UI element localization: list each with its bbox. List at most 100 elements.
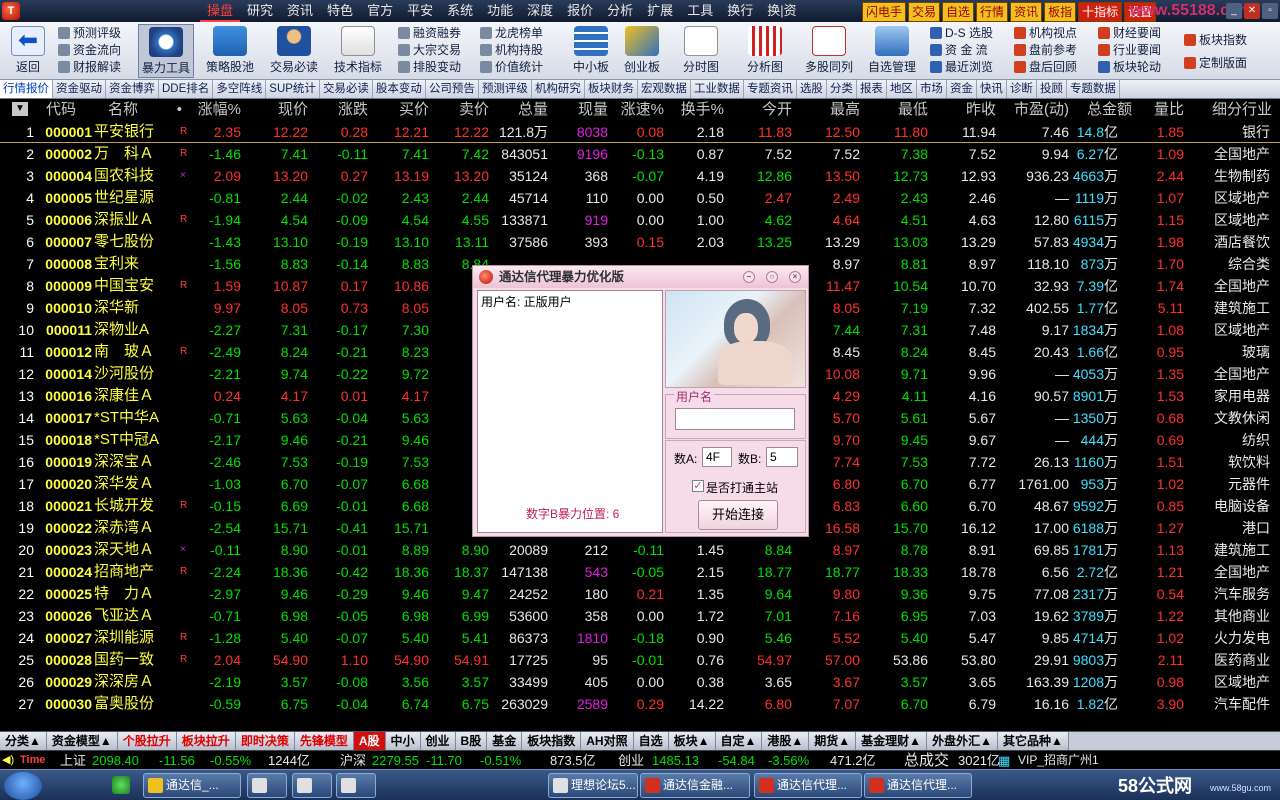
main-station-checkbox[interactable]: ✓ bbox=[692, 480, 704, 492]
table-row[interactable]: 5 000006 深振业Ａ R -1.94 4.54 -0.09 4.54 4.55 133871… bbox=[0, 209, 1280, 231]
table-row[interactable]: 6 000007 零七股份 -1.43 13.10 -0.19 13.10 13.11 3758… bbox=[0, 231, 1280, 253]
dialog-close-icon[interactable]: × bbox=[789, 271, 801, 283]
start-button-icon[interactable] bbox=[4, 772, 42, 800]
function-tab-22[interactable]: 诊断 bbox=[1007, 80, 1037, 98]
market-tab-10[interactable]: 基金 bbox=[487, 732, 523, 750]
market-tab-20[interactable]: 其它品种▲ bbox=[997, 732, 1069, 750]
sector-rotation-link[interactable]: 板块轮动 bbox=[1098, 59, 1161, 76]
forecast-rating-link[interactable]: 预测评级 bbox=[58, 25, 121, 42]
market-tab-14[interactable]: 板块▲ bbox=[668, 732, 716, 750]
margin-trading-link[interactable]: 融资融券 bbox=[398, 25, 461, 42]
strategy-pool-button[interactable]: 策略股池 bbox=[202, 24, 258, 78]
market-tab-15[interactable]: 自定▲ bbox=[715, 732, 763, 750]
dragon-tiger-link[interactable]: 龙虎榜单 bbox=[480, 25, 543, 42]
value-stats-link[interactable]: 价值统计 bbox=[480, 59, 543, 76]
market-tab-12[interactable]: AH对照 bbox=[581, 732, 634, 750]
sector-index-link[interactable]: 板块指数 bbox=[1184, 32, 1247, 49]
postmarket-review-link[interactable]: 盘后回顾 bbox=[1014, 59, 1077, 76]
function-tab-13[interactable]: 工业数据 bbox=[691, 80, 744, 98]
menu-item-7[interactable]: 功能 bbox=[480, 0, 520, 22]
function-tab-6[interactable]: 交易必读 bbox=[320, 80, 373, 98]
column-header-11[interactable]: 换手% bbox=[674, 99, 724, 120]
column-header-13[interactable]: 最高 bbox=[810, 99, 860, 120]
trade-must-read-button[interactable]: 交易必读 bbox=[266, 24, 322, 78]
close-icon[interactable]: ✕ bbox=[1244, 3, 1260, 19]
column-menu-icon[interactable]: ▼ bbox=[12, 102, 28, 116]
menu-item-4[interactable]: 官方 bbox=[360, 0, 400, 22]
quick-button-2[interactable]: 自选 bbox=[942, 2, 975, 22]
restore-icon[interactable]: ▫ bbox=[1262, 3, 1278, 19]
quicklaunch-icon-1[interactable] bbox=[112, 776, 130, 794]
taskbar-item-0[interactable]: 通达信_... bbox=[143, 773, 241, 798]
column-header-2[interactable]: • bbox=[170, 99, 182, 120]
fund-flow-link[interactable]: 资金流向 bbox=[58, 42, 121, 59]
menu-item-0[interactable]: 操盘 bbox=[200, 0, 241, 22]
back-button[interactable]: ⬅ 返回 bbox=[0, 24, 56, 78]
menu-item-1[interactable]: 研究 bbox=[240, 0, 280, 22]
connect-button[interactable]: 开始连接 bbox=[698, 500, 778, 530]
function-tab-24[interactable]: 专题数据 bbox=[1067, 80, 1120, 98]
function-tab-1[interactable]: 资金驱动 bbox=[53, 80, 106, 98]
market-tab-16[interactable]: 港股▲ bbox=[762, 732, 810, 750]
column-header-12[interactable]: 今开 bbox=[742, 99, 792, 120]
column-header-16[interactable]: 市盈(动) bbox=[1001, 99, 1069, 120]
function-tab-7[interactable]: 股本变动 bbox=[373, 80, 426, 98]
table-row[interactable]: 26 000029 深深房Ａ -2.19 3.57 -0.08 3.56 3.57 33499 4… bbox=[0, 671, 1280, 693]
param-a-input[interactable]: 4F bbox=[702, 447, 732, 467]
market-tab-0[interactable]: 分类▲ bbox=[0, 732, 47, 750]
function-tab-23[interactable]: 投顾 bbox=[1037, 80, 1067, 98]
violence-tool-button[interactable]: 暴力工具 bbox=[138, 24, 194, 78]
table-row[interactable]: 23 000026 飞亚达Ａ -0.71 6.98 -0.05 6.98 6.99 53600 3… bbox=[0, 605, 1280, 627]
menu-item-9[interactable]: 报价 bbox=[560, 0, 600, 22]
app-logo-icon[interactable]: T bbox=[2, 2, 20, 20]
function-tab-17[interactable]: 报表 bbox=[857, 80, 887, 98]
taskbar-item-7[interactable]: 通达信代理... bbox=[864, 773, 972, 798]
function-tab-2[interactable]: 资金博弈 bbox=[106, 80, 159, 98]
function-tab-3[interactable]: DDE排名 bbox=[159, 80, 214, 98]
block-trade-link[interactable]: 大宗交易 bbox=[398, 42, 461, 59]
market-tab-17[interactable]: 期货▲ bbox=[809, 732, 857, 750]
quick-button-4[interactable]: 资讯 bbox=[1010, 2, 1043, 22]
column-header-9[interactable]: 现量 bbox=[558, 99, 608, 120]
market-tab-3[interactable]: 板块拉升 bbox=[176, 732, 236, 750]
column-header-10[interactable]: 涨速% bbox=[614, 99, 664, 120]
minimize-icon[interactable]: _ bbox=[1226, 3, 1242, 19]
report-reading-link[interactable]: 财报解读 bbox=[58, 59, 121, 76]
function-tab-4[interactable]: 多空阵线 bbox=[213, 80, 267, 98]
function-tab-12[interactable]: 宏观数据 bbox=[638, 80, 691, 98]
function-tab-18[interactable]: 地区 bbox=[887, 80, 917, 98]
sme-board-button[interactable]: 中小板 bbox=[563, 24, 619, 78]
menu-item-5[interactable]: 平安 bbox=[400, 0, 440, 22]
multi-stock-button[interactable]: 多股同列 bbox=[800, 24, 858, 78]
menu-item-3[interactable]: 特色 bbox=[320, 0, 360, 22]
column-header-19[interactable]: 细分行业 bbox=[1198, 99, 1272, 120]
column-header-14[interactable]: 最低 bbox=[878, 99, 928, 120]
menu-item-14[interactable]: 换|资 bbox=[760, 0, 803, 22]
taskbar-item-3[interactable] bbox=[336, 773, 376, 798]
taskbar-item-2[interactable] bbox=[292, 773, 332, 798]
quick-button-3[interactable]: 行情 bbox=[976, 2, 1009, 22]
function-tab-14[interactable]: 专题资讯 bbox=[744, 80, 797, 98]
market-tab-2[interactable]: 个股拉升 bbox=[117, 732, 177, 750]
column-header-0[interactable]: 代码 bbox=[36, 99, 76, 120]
dialog-minimize-icon[interactable]: – bbox=[743, 271, 755, 283]
market-tab-19[interactable]: 外盘外汇▲ bbox=[927, 732, 998, 750]
table-row[interactable]: 4 000005 世纪星源 -0.81 2.44 -0.02 2.43 2.44 45714 11… bbox=[0, 187, 1280, 209]
column-header-8[interactable]: 总量 bbox=[498, 99, 548, 120]
custom-layout-link[interactable]: 定制版面 bbox=[1184, 55, 1247, 72]
function-tab-15[interactable]: 选股 bbox=[797, 80, 827, 98]
timeshare-chart-button[interactable]: 分时图 bbox=[673, 24, 729, 78]
function-tab-11[interactable]: 板块财务 bbox=[585, 80, 638, 98]
table-row[interactable]: 1 000001 平安银行 R 2.35 12.22 0.28 12.21 12.22 121.8… bbox=[0, 121, 1280, 143]
table-row[interactable]: 20 000023 深天地Ａ × -0.11 8.90 -0.01 8.89 8.90 20089… bbox=[0, 539, 1280, 561]
param-b-input[interactable]: 5 bbox=[766, 447, 798, 467]
watchlist-manage-button[interactable]: 自选管理 bbox=[864, 24, 920, 78]
market-tab-8[interactable]: 创业 bbox=[420, 732, 456, 750]
function-tab-21[interactable]: 快讯 bbox=[977, 80, 1007, 98]
fund-flow-2-link[interactable]: 资 金 流 bbox=[930, 42, 993, 59]
column-header-17[interactable]: 总金额 bbox=[1070, 99, 1132, 120]
quick-button-1[interactable]: 交易 bbox=[908, 2, 941, 22]
function-tab-20[interactable]: 资金 bbox=[947, 80, 977, 98]
quick-button-6[interactable]: 十指标 bbox=[1078, 2, 1123, 22]
menu-item-13[interactable]: 换行 bbox=[720, 0, 760, 22]
